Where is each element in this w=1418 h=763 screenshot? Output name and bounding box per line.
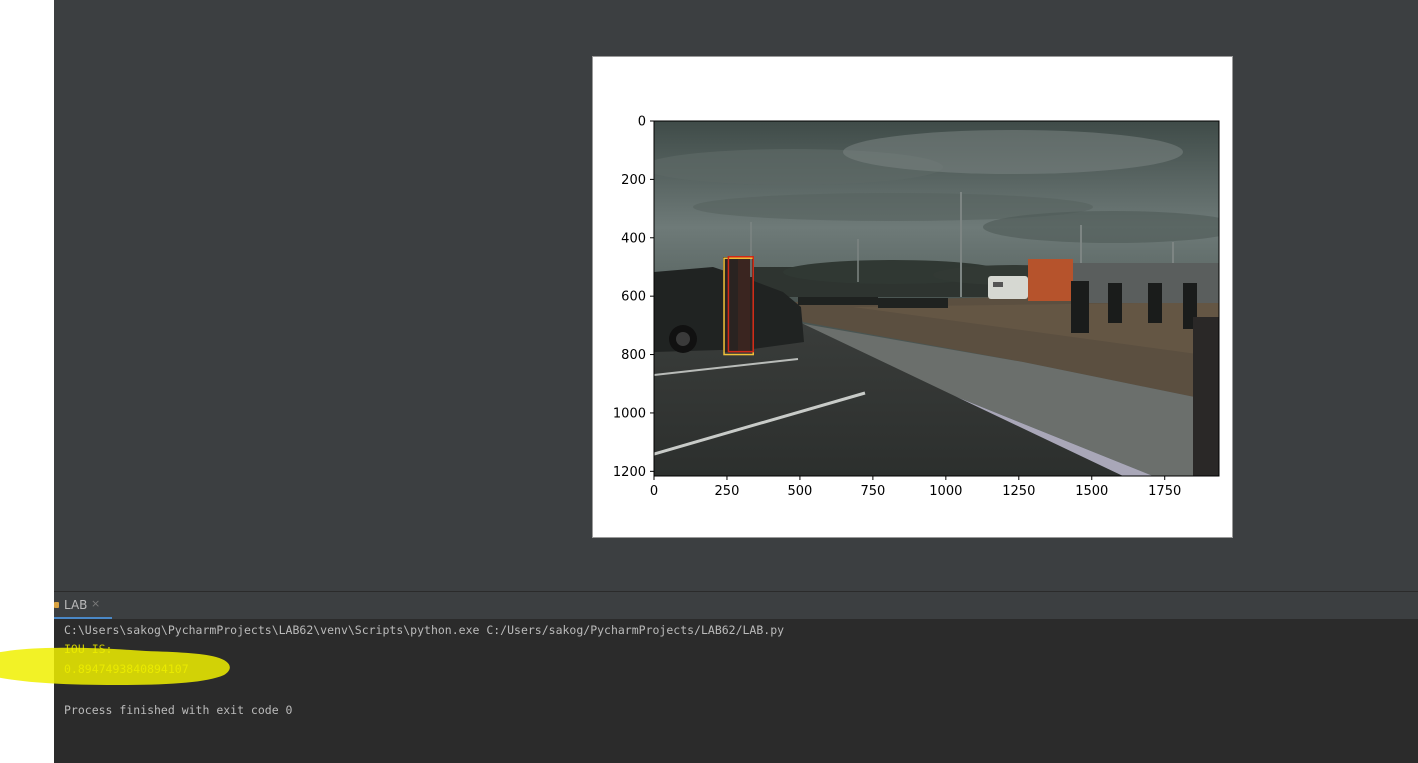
console-iou-label: IOU IS: xyxy=(64,642,113,656)
x-tick-label: 1500 xyxy=(1075,484,1108,499)
y-tick-label: 400 xyxy=(621,231,646,246)
ide-window: 0 200 400 600 800 1000 1200 0 250 500 750 1000 1250… xyxy=(54,0,1418,763)
run-panel-header: LAB × xyxy=(54,591,1418,619)
x-axis: 0 250 500 750 1000 1250 1500 1750 xyxy=(650,476,1181,499)
run-tab-lab[interactable]: LAB × xyxy=(54,592,112,619)
photo-background xyxy=(654,121,1219,476)
console-iou-value: 0.8947493840894107 xyxy=(64,662,189,676)
x-tick-label: 1000 xyxy=(929,484,962,499)
run-tab-label: LAB xyxy=(64,598,88,612)
figure-svg: 0 200 400 600 800 1000 1200 0 250 500 750 1000 1250… xyxy=(613,115,1220,499)
y-tick-label: 1200 xyxy=(613,465,646,480)
python-run-icon xyxy=(54,602,59,608)
matplotlib-figure: 0 200 400 600 800 1000 1200 0 250 500 750 1000 1250… xyxy=(592,56,1233,538)
x-tick-label: 1250 xyxy=(1002,484,1035,499)
y-tick-label: 200 xyxy=(621,173,646,188)
console-exit-message: Process finished with exit code 0 xyxy=(64,703,293,717)
x-tick-label: 500 xyxy=(788,484,813,499)
x-tick-label: 250 xyxy=(715,484,740,499)
y-tick-label: 600 xyxy=(621,290,646,305)
y-tick-label: 800 xyxy=(621,348,646,363)
console-command-line: C:\Users\sakog\PycharmProjects\LAB62\ven… xyxy=(64,623,785,637)
close-icon[interactable]: × xyxy=(91,597,100,610)
x-tick-label: 1750 xyxy=(1148,484,1181,499)
plot-viewer: 0 200 400 600 800 1000 1200 0 250 500 750 1000 1250… xyxy=(54,0,1418,591)
console-output[interactable]: C:\Users\sakog\PycharmProjects\LAB62\ven… xyxy=(54,619,1418,763)
left-margin xyxy=(0,0,54,763)
y-tick-label: 1000 xyxy=(613,406,646,421)
x-tick-label: 750 xyxy=(860,484,885,499)
x-tick-label: 0 xyxy=(650,484,658,499)
y-axis: 0 200 400 600 800 1000 1200 xyxy=(613,115,654,480)
y-tick-label: 0 xyxy=(638,115,646,130)
